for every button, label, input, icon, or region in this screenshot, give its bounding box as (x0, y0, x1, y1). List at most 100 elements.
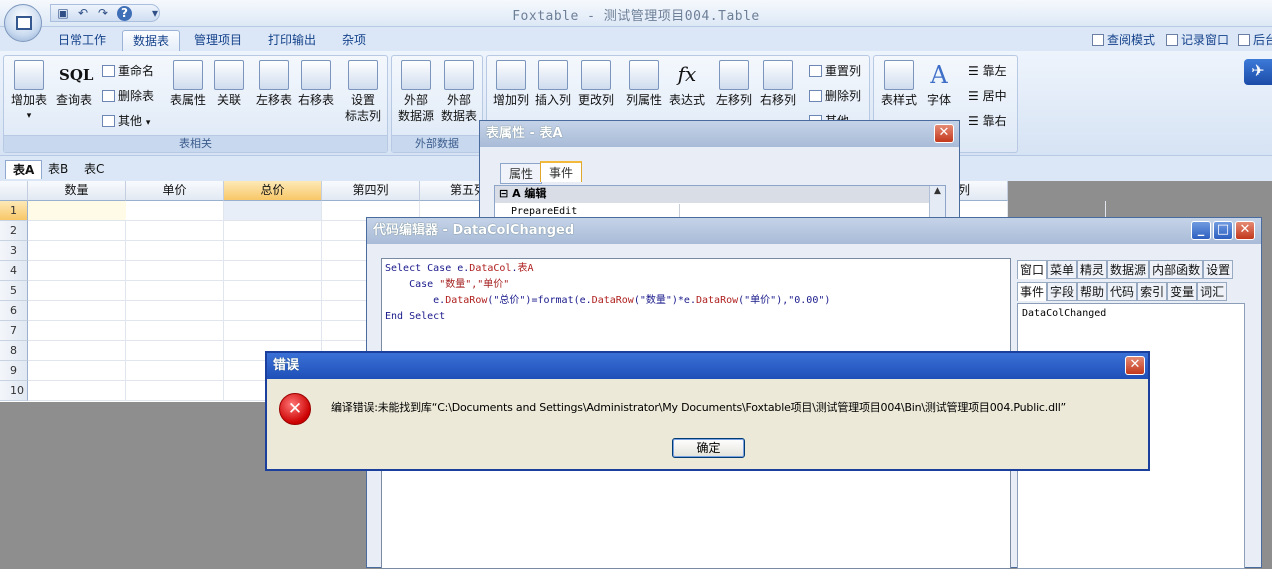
help-icon[interactable]: ? (117, 6, 132, 21)
row-header[interactable]: 8 (0, 341, 28, 361)
side-tab[interactable]: 字段 (1047, 282, 1078, 301)
row-header[interactable]: 10 (0, 381, 28, 401)
property-section[interactable]: ⊟ A 编辑 (495, 186, 929, 203)
insert-column-button[interactable]: 插入列 (533, 60, 573, 108)
sheet-tab-b[interactable]: 表B (41, 160, 75, 179)
sheet-tab-c[interactable]: 表C (77, 160, 111, 179)
redo-icon[interactable]: ↷ (95, 6, 111, 21)
side-tab[interactable]: 窗口 (1017, 260, 1048, 279)
align-center-button[interactable]: ☰ 居中 (968, 89, 1007, 103)
backend-link[interactable]: 后台 (1238, 31, 1272, 48)
tab-events[interactable]: 事件 (540, 161, 583, 182)
tab-data-table[interactable]: 数据表 (122, 30, 181, 51)
side-tab[interactable]: 设置 (1203, 260, 1234, 279)
save-icon[interactable]: ▣ (55, 6, 71, 21)
other-table-button[interactable]: 其他 ▾ (102, 114, 150, 130)
row-header[interactable]: 9 (0, 361, 28, 381)
side-tab[interactable]: 索引 (1137, 282, 1168, 301)
row-header[interactable]: 1 (0, 201, 28, 221)
close-button[interactable]: ✕ (1125, 356, 1145, 375)
column-header[interactable]: 总价 (224, 181, 322, 201)
office-orb-button[interactable] (4, 4, 42, 42)
external-datatable-button[interactable]: 外部 数据表 (438, 60, 480, 124)
align-left-button[interactable]: ☰ 靠左 (968, 64, 1007, 78)
selected-cell[interactable] (224, 201, 321, 220)
side-tab[interactable]: 精灵 (1077, 260, 1108, 279)
row-header[interactable]: 7 (0, 321, 28, 341)
column-properties-button[interactable]: 列属性 (623, 60, 665, 108)
quick-access-toolbar: ▣ ↶ ↷ ? ▾ (50, 4, 160, 22)
side-tab[interactable]: 词汇 (1197, 282, 1228, 301)
code-token: DataRow (445, 295, 488, 306)
code-token: ("单价"),"0.00") (738, 295, 831, 306)
side-tab[interactable]: 数据源 (1107, 260, 1150, 279)
table-style-button[interactable]: 表样式 (878, 60, 920, 108)
minimize-button[interactable]: _ (1191, 221, 1211, 240)
rename-button[interactable]: 重命名 (102, 64, 154, 78)
external-datasource-button[interactable]: 外部 数据源 (395, 60, 437, 124)
side-tab[interactable]: 事件 (1017, 282, 1048, 301)
tab-daily-work[interactable]: 日常工作 (48, 30, 116, 51)
move-table-right-button[interactable]: 右移表 (296, 60, 336, 108)
row-header[interactable]: 3 (0, 241, 28, 261)
tab-print-output[interactable]: 打印输出 (258, 30, 326, 51)
align-right-button[interactable]: ☰ 靠右 (968, 114, 1007, 128)
tab-manage-project[interactable]: 管理项目 (184, 30, 252, 51)
side-tab[interactable]: 帮助 (1077, 282, 1108, 301)
tab-misc[interactable]: 杂项 (332, 30, 376, 51)
scroll-up-icon[interactable]: ▲ (934, 186, 941, 196)
close-button[interactable]: ✕ (934, 124, 954, 143)
column-header[interactable]: 第四列 (322, 181, 420, 201)
expression-button[interactable]: fx 表达式 (667, 60, 707, 108)
move-table-left-button[interactable]: 左移表 (254, 60, 294, 108)
ok-button[interactable]: 确定 (672, 438, 745, 458)
collapse-icon[interactable]: ⊟ (499, 187, 508, 200)
insert-column-icon (538, 60, 568, 90)
query-table-button[interactable]: SQL 查询表 (52, 60, 96, 108)
delete-column-button[interactable]: 删除列 (809, 89, 861, 103)
maximize-button[interactable]: □ (1213, 221, 1233, 240)
row-header[interactable]: 5 (0, 281, 28, 301)
column-header[interactable]: 数量 (28, 181, 126, 201)
side-tab[interactable]: 内部函数 (1149, 260, 1204, 279)
set-flag-column-button[interactable]: 设置 标志列 (342, 60, 384, 124)
side-tab[interactable]: 菜单 (1047, 260, 1078, 279)
delete-table-button[interactable]: 删除表 (102, 89, 154, 103)
move-column-right-button[interactable]: 右移列 (757, 60, 799, 108)
table-properties-button[interactable]: 表属性 (168, 60, 208, 108)
code-editor-title: 代码编辑器 - DataColChanged (367, 218, 1261, 244)
modify-column-button[interactable]: 更改列 (575, 60, 617, 108)
prop-tab-row: 属性 事件 (498, 161, 938, 185)
sheet-tab-a[interactable]: 表A (5, 160, 43, 179)
record-window-link[interactable]: 记录窗口 (1166, 31, 1229, 48)
event-list-item[interactable]: DataColChanged (1022, 306, 1106, 322)
close-button[interactable]: ✕ (1235, 221, 1255, 240)
tab-properties[interactable]: 属性 (500, 163, 543, 184)
code-token: DataRow (591, 295, 634, 306)
add-table-button[interactable]: 增加表 ▾ (8, 60, 50, 124)
grid-corner[interactable] (0, 181, 28, 201)
relation-button[interactable]: 关联 (210, 60, 248, 108)
font-button[interactable]: A 字体 (922, 60, 956, 108)
code-token: DataRow (695, 295, 739, 306)
undo-icon[interactable]: ↶ (75, 6, 91, 21)
view-mode-link[interactable]: 查阅模式 (1092, 31, 1155, 48)
row-header[interactable]: 6 (0, 301, 28, 321)
row-header[interactable]: 4 (0, 261, 28, 281)
code-line: e.DataRow("总价")=format(e.DataRow("数量")*e… (385, 293, 1007, 309)
qat-dropdown[interactable]: ▾ (147, 6, 163, 21)
filter-icon (1238, 34, 1250, 46)
side-tab[interactable]: 代码 (1107, 282, 1138, 301)
side-tab[interactable]: 变量 (1167, 282, 1198, 301)
plane-icon[interactable]: ✈ (1244, 59, 1272, 85)
move-column-left-button[interactable]: 左移列 (713, 60, 755, 108)
add-table-icon (14, 60, 44, 90)
add-column-button[interactable]: 增加列 (491, 60, 531, 108)
reset-column-button[interactable]: 重置列 (809, 64, 861, 78)
rename-icon (102, 65, 115, 77)
row-header[interactable]: 2 (0, 221, 28, 241)
current-cell[interactable] (28, 201, 126, 220)
error-dialog-title: 错误 (267, 353, 1148, 379)
code-token: End Select (385, 311, 446, 322)
column-header[interactable]: 单价 (126, 181, 224, 201)
